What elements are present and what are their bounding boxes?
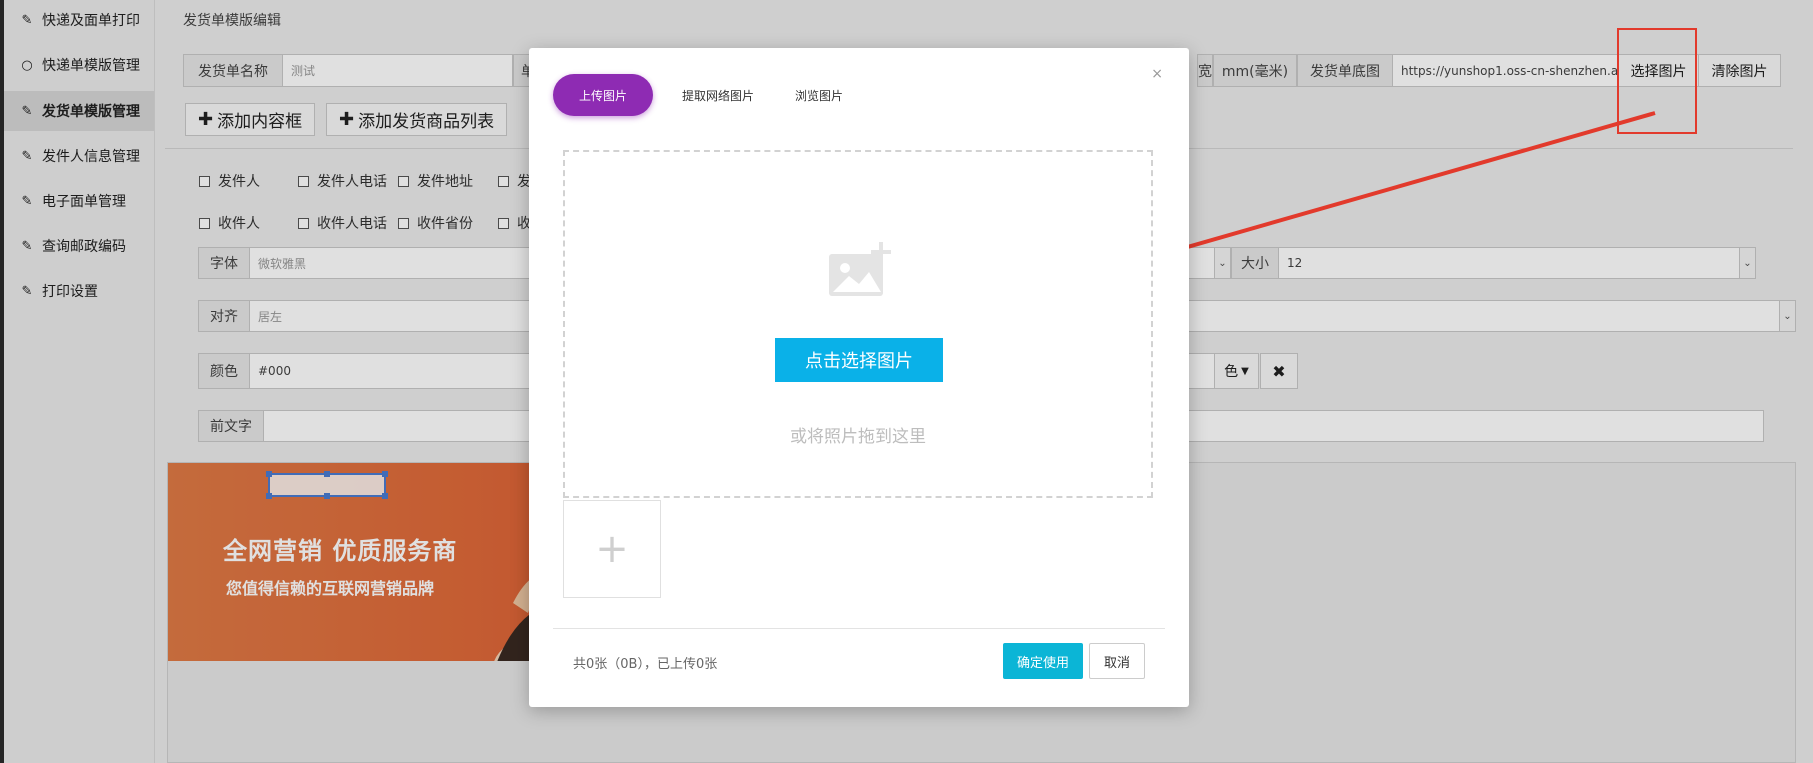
drop-hint: 或将照片拖到这里 [790,427,926,447]
image-upload-dialog: 上传图片 提取网络图片 浏览图片 × 点击选择图片 或将照片拖到这里 + 共0张… [529,48,1189,707]
add-image-tile[interactable]: + [563,500,661,598]
divider [553,628,1165,629]
choose-image-button[interactable]: 点击选择图片 [775,338,943,382]
tab-fetch-network-image[interactable]: 提取网络图片 [663,74,773,116]
tab-upload-image[interactable]: 上传图片 [553,74,653,116]
close-icon[interactable]: × [1151,66,1163,82]
drop-zone[interactable]: 点击选择图片 或将照片拖到这里 [563,150,1153,498]
confirm-button[interactable]: 确定使用 [1003,643,1083,679]
cancel-button[interactable]: 取消 [1089,643,1145,679]
tab-browse-images[interactable]: 浏览图片 [779,74,859,116]
image-add-icon [829,242,891,296]
upload-summary: 共0张（0B），已上传0张 [573,657,718,672]
